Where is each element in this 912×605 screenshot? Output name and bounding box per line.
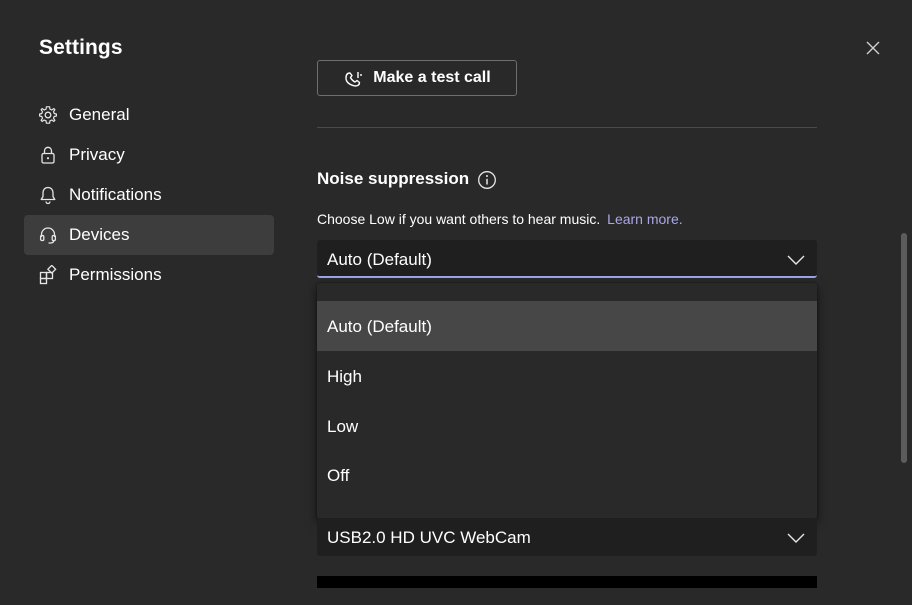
test-call-icon [345, 72, 362, 87]
chevron-down-icon [787, 255, 805, 265]
sidebar-item-devices[interactable]: Devices [24, 215, 274, 255]
gear-icon [39, 106, 57, 124]
section-divider [317, 127, 817, 128]
sidebar-item-notifications[interactable]: Notifications [24, 175, 274, 215]
noise-suppression-select[interactable]: Auto (Default) [317, 240, 817, 278]
dropdown-option-off[interactable]: Off [317, 450, 817, 500]
dropdown-option-low[interactable]: Low [317, 401, 817, 451]
sidebar-item-privacy[interactable]: Privacy [24, 135, 274, 175]
noise-suppression-selected: Auto (Default) [327, 250, 432, 269]
headset-icon [39, 227, 57, 244]
sidebar-item-label: Devices [69, 225, 130, 244]
dropdown-option-high[interactable]: High [317, 351, 817, 401]
option-label: Low [327, 417, 359, 436]
info-icon[interactable] [477, 170, 497, 190]
option-label: Auto (Default) [327, 317, 432, 336]
helper-text: Choose Low if you want others to hear mu… [317, 211, 601, 227]
make-test-call-label: Make a test call [373, 69, 491, 86]
option-label: Off [327, 466, 350, 485]
noise-suppression-heading: Noise suppression [317, 169, 470, 188]
sidebar-item-label: Notifications [69, 185, 162, 204]
devices-panel: Make a test call Noise suppression Choos… [317, 0, 817, 605]
page-title: Settings [39, 36, 123, 59]
dropdown-option-auto[interactable]: Auto (Default) [317, 301, 817, 351]
noise-suppression-dropdown: Auto (Default) High Low Off [317, 283, 817, 519]
close-icon [866, 41, 880, 55]
sidebar-item-permissions[interactable]: Permissions [24, 255, 274, 295]
scrollbar-thumb[interactable] [901, 233, 907, 463]
close-button[interactable] [862, 37, 884, 59]
sidebar-item-label: Privacy [69, 145, 125, 164]
settings-sidebar: General Privacy Notifications Devices Pe… [24, 95, 274, 295]
sidebar-item-label: General [69, 105, 130, 124]
camera-selected: USB2.0 HD UVC WebCam [327, 528, 531, 547]
permissions-icon [39, 265, 57, 285]
noise-suppression-helper: Choose Low if you want others to hear mu… [317, 211, 683, 227]
sidebar-item-label: Permissions [69, 265, 162, 284]
camera-preview [317, 576, 817, 588]
chevron-down-icon [787, 533, 805, 543]
bell-icon [40, 186, 56, 205]
camera-select[interactable]: USB2.0 HD UVC WebCam [317, 518, 817, 556]
settings-window: Settings General Privacy Notifications D… [0, 0, 912, 605]
option-label: High [327, 367, 362, 386]
learn-more-link[interactable]: Learn more. [607, 211, 682, 227]
sidebar-item-general[interactable]: General [24, 95, 274, 135]
lock-icon [41, 146, 55, 164]
make-test-call-button[interactable]: Make a test call [317, 60, 517, 96]
